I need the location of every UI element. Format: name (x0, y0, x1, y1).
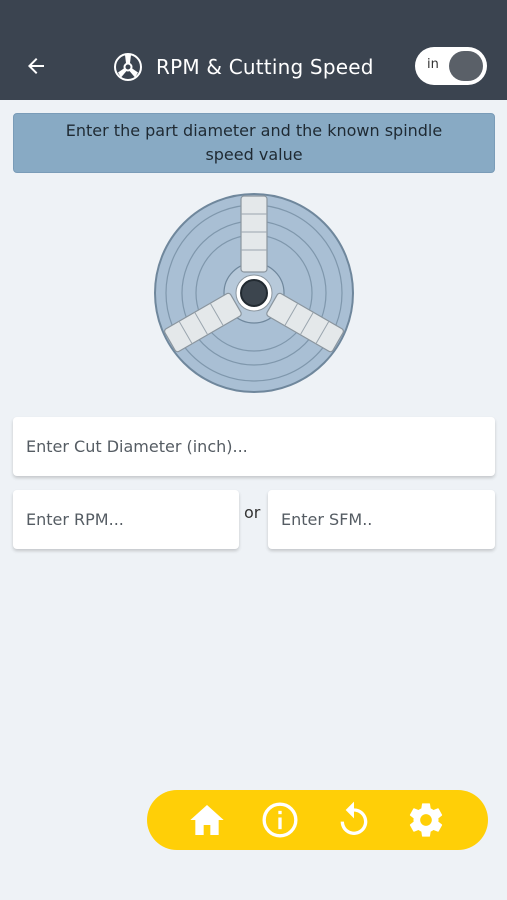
home-icon (190, 805, 224, 835)
sfm-field[interactable] (268, 490, 495, 549)
page-title: RPM & Cutting Speed (156, 55, 374, 79)
cut-diameter-input[interactable] (26, 437, 495, 456)
or-label: or (244, 503, 261, 522)
info-icon (262, 802, 298, 838)
rpm-input[interactable] (26, 510, 239, 529)
three-jaw-chuck-illustration (154, 193, 354, 393)
settings-icon (409, 803, 443, 837)
sfm-input[interactable] (281, 510, 495, 529)
reset-button[interactable] (334, 800, 374, 840)
settings-button[interactable] (406, 800, 446, 840)
bottom-nav-bar (147, 790, 488, 850)
reset-icon (340, 801, 368, 835)
app-header: RPM & Cutting Speed in (0, 0, 507, 100)
instruction-banner: Enter the part diameter and the known sp… (13, 113, 495, 173)
unit-toggle-label: in (427, 57, 439, 72)
instruction-text: Enter the part diameter and the known sp… (65, 121, 443, 164)
toggle-knob (449, 51, 483, 81)
lathe-chuck-logo-icon (114, 53, 142, 81)
unit-toggle[interactable]: in (415, 47, 487, 85)
arrow-left-icon (28, 58, 44, 74)
cut-diameter-field[interactable] (13, 417, 495, 476)
home-button[interactable] (187, 800, 227, 840)
info-button[interactable] (260, 800, 300, 840)
header-title: RPM & Cutting Speed (112, 46, 374, 88)
back-button[interactable] (20, 50, 52, 82)
rpm-field[interactable] (13, 490, 239, 549)
